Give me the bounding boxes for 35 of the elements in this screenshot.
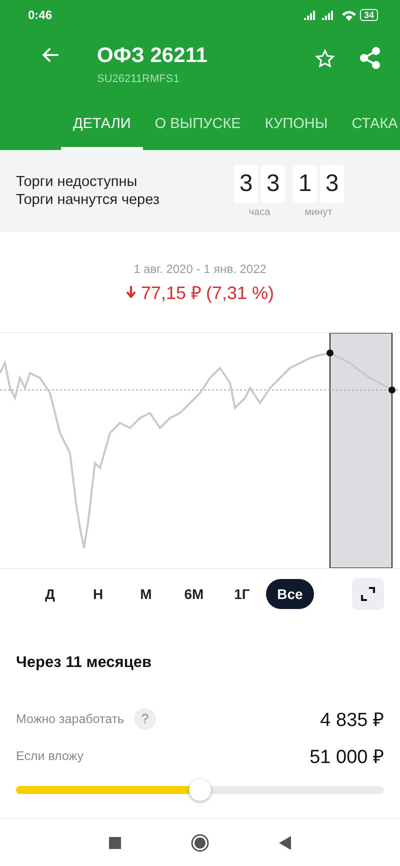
countdown-digit: 3	[320, 164, 344, 202]
countdown-digit: 1	[293, 164, 317, 202]
battery-icon: 34	[360, 9, 378, 21]
date-range: 1 авг. 2020 - 1 янв. 2022	[134, 262, 266, 276]
row-label: Если вложу	[16, 748, 84, 762]
slider-thumb[interactable]	[189, 779, 211, 801]
trading-status: Торги недоступны	[16, 173, 138, 191]
period-button[interactable]: 1Г	[218, 578, 266, 608]
countdown-digit: 3	[261, 164, 285, 202]
price-change: 77,15 ₽ (7,31 %)	[140, 282, 274, 304]
period-button[interactable]: Д	[26, 578, 74, 608]
amount-slider[interactable]	[16, 779, 384, 801]
expand-button[interactable]	[352, 578, 384, 610]
bond-title: ОФЗ 26211	[97, 44, 208, 68]
period-button[interactable]: 6М	[170, 578, 218, 608]
countdown-unit: часа	[248, 206, 270, 218]
forecast-title: Через 11 месяцев	[16, 654, 153, 672]
home-icon[interactable]	[191, 834, 209, 852]
share-button[interactable]	[358, 46, 382, 70]
period-button[interactable]: Н	[74, 578, 122, 608]
bond-code: SU26211RMFS1	[97, 73, 180, 85]
countdown-unit: минут	[304, 206, 332, 218]
row-value: 4 835 ₽	[320, 708, 384, 732]
status-time: 0:46	[28, 8, 52, 22]
back-icon[interactable]	[279, 836, 291, 850]
recents-icon[interactable]	[109, 836, 121, 848]
wifi-icon	[342, 10, 356, 20]
row-value: 51 000 ₽	[310, 746, 384, 768]
trading-status: Торги начнутся через	[16, 191, 161, 209]
period-button[interactable]: М	[122, 578, 170, 608]
countdown-digit: 3	[234, 164, 258, 202]
row-label: Можно заработать	[16, 712, 124, 726]
star-button[interactable]	[314, 48, 336, 70]
expand-icon	[360, 586, 376, 602]
period-button[interactable]: Все	[266, 578, 314, 608]
